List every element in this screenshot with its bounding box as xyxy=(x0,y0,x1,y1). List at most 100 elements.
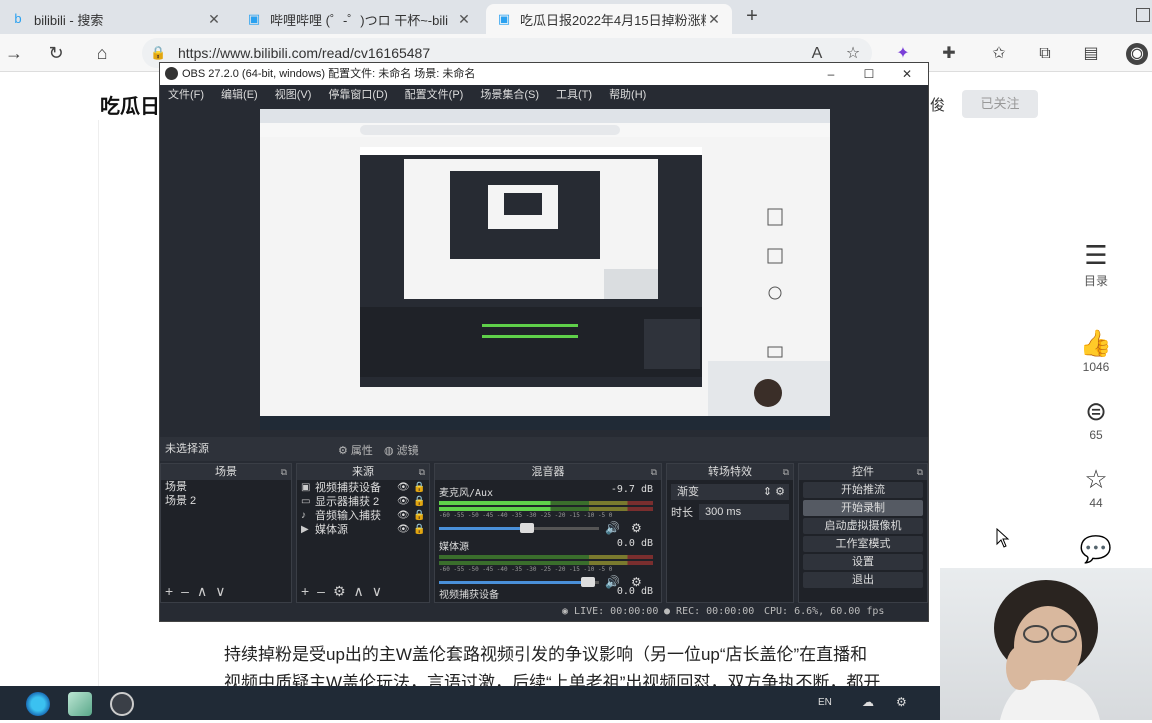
lock-icon[interactable]: 🔒 xyxy=(413,496,429,507)
cpu-status: CPU: 6.6%, 60.00 fps xyxy=(764,606,885,617)
close-tab-icon[interactable]: ✕ xyxy=(206,11,222,28)
browser-essentials-icon[interactable]: ▤ xyxy=(1080,43,1102,65)
profile-avatar[interactable]: ◉ xyxy=(1126,43,1148,65)
cloud-icon[interactable]: ☁ xyxy=(862,695,874,709)
coin-button[interactable]: ⊜ 65 xyxy=(1072,396,1120,442)
visibility-eye-icon[interactable]: 👁 xyxy=(397,524,413,535)
studio-mode-button[interactable]: 工作室模式 xyxy=(803,536,923,552)
scenes-dock: 场景 ⧉ 场景 场景 2 +–∧∨ xyxy=(160,463,292,603)
source-item[interactable]: ▭ 显示器捕获 2 👁 🔒 xyxy=(297,494,429,509)
tab-article[interactable]: ▣ 吃瓜日报2022年4月15日掉粉涨粉 ✕ xyxy=(486,4,732,34)
lock-icon[interactable]: 🔒 xyxy=(150,45,166,61)
start-streaming-button[interactable]: 开始推流 xyxy=(803,482,923,498)
menu-tools[interactable]: 工具(T) xyxy=(556,85,592,105)
tab-bilibili-home[interactable]: ▣ 哔哩哔哩 (゜-゜)つロ 干杯~-bili ✕ xyxy=(236,4,482,34)
obs-menubar: 文件(F) 编辑(E) 视图(V) 停靠窗口(D) 配置文件(P) 场景集合(S… xyxy=(160,85,928,105)
system-tray-icon[interactable]: ⚙ xyxy=(896,695,907,709)
scene-controls[interactable]: +–∧∨ xyxy=(165,583,233,600)
new-tab-button[interactable]: + xyxy=(742,6,762,26)
menu-profile[interactable]: 配置文件(P) xyxy=(405,85,464,105)
exit-button[interactable]: 退出 xyxy=(803,572,923,588)
refresh-icon[interactable]: ↻ xyxy=(46,43,66,63)
settings-button[interactable]: 设置 xyxy=(803,554,923,570)
gear-icon[interactable]: ⚙ xyxy=(631,521,642,535)
volume-slider[interactable]: 🔊 ⚙ xyxy=(439,521,653,535)
author-name[interactable]: 俊 xyxy=(930,94,945,115)
audio-meter xyxy=(439,501,653,505)
home-icon[interactable]: ⌂ xyxy=(92,43,112,63)
undock-icon[interactable]: ⧉ xyxy=(651,464,657,480)
like-button[interactable]: 👍 1046 xyxy=(1072,328,1120,374)
obs-preview-canvas[interactable] xyxy=(260,109,830,430)
audio-mixer-dock: 混音器 ⧉ 麦克风/Aux -9.7 dB -60 -55 -50 -45 -40 … xyxy=(434,463,662,603)
restore-window-button[interactable] xyxy=(1136,8,1150,22)
live-status: ◉ LIVE: 00:00:00 xyxy=(562,606,659,617)
favorite-button[interactable]: ☆ 44 xyxy=(1072,464,1120,510)
microphone-icon: ♪ xyxy=(301,509,306,521)
browser-tab-bar: b bilibili - 搜索 ✕ ▣ 哔哩哔哩 (゜-゜)つロ 干杯~-bil… xyxy=(0,0,1152,34)
language-indicator[interactable]: EN xyxy=(818,697,832,708)
rec-status: ● REC: 00:00:00 xyxy=(664,606,755,617)
lock-icon[interactable]: 🔒 xyxy=(413,482,429,493)
extensions-puzzle-icon[interactable]: ✚ xyxy=(938,43,960,65)
person-image xyxy=(994,580,1100,720)
volume-knob[interactable] xyxy=(520,523,534,533)
minimize-button[interactable]: – xyxy=(812,63,850,85)
obs-logo-icon xyxy=(165,67,178,80)
obs-titlebar[interactable]: OBS 27.2.0 (64-bit, windows) 配置文件: 未命名 场… xyxy=(160,63,928,85)
start-virtual-camera-button[interactable]: 启动虚拟摄像机 xyxy=(803,518,923,534)
lock-icon[interactable]: 🔒 xyxy=(413,510,429,521)
comment-icon: 💬 xyxy=(1079,534,1113,564)
favorites-icon[interactable]: ✩ xyxy=(988,43,1010,65)
duration-input[interactable]: 300 ms xyxy=(699,504,789,520)
source-item[interactable]: ▶ 媒体源 👁 🔒 xyxy=(297,522,429,537)
edge-browser-icon[interactable] xyxy=(26,692,50,716)
transitions-dock: 转场特效 ⧉ 渐变 ⇕ ⚙ 时长 300 ms xyxy=(666,463,794,603)
source-toolbar: 未选择源 xyxy=(160,437,928,461)
collections-icon[interactable]: ⧉ xyxy=(1034,43,1056,65)
menu-file[interactable]: 文件(F) xyxy=(168,85,204,105)
maximize-button[interactable]: ☐ xyxy=(850,63,888,85)
scene-item[interactable]: 场景 xyxy=(161,480,291,494)
menu-scene-collection[interactable]: 场景集合(S) xyxy=(480,85,539,105)
back-icon[interactable]: → xyxy=(4,43,24,63)
obs-status-bar: ◉ LIVE: 00:00:00 ● REC: 00:00:00 CPU: 6.… xyxy=(160,603,928,621)
close-tab-icon[interactable]: ✕ xyxy=(456,11,472,28)
obs-window[interactable]: OBS 27.2.0 (64-bit, windows) 配置文件: 未命名 场… xyxy=(159,62,929,622)
menu-edit[interactable]: 编辑(E) xyxy=(221,85,258,105)
scene-item[interactable]: 场景 2 xyxy=(161,494,291,508)
source-item[interactable]: ♪ 音频输入捕获 👁 🔒 xyxy=(297,508,429,523)
undock-icon[interactable]: ⧉ xyxy=(783,464,789,480)
close-button[interactable]: ✕ xyxy=(888,63,926,85)
speaker-icon[interactable]: 🔊 xyxy=(605,521,620,535)
menu-view[interactable]: 视图(V) xyxy=(275,85,312,105)
obs-app-icon[interactable] xyxy=(110,692,134,716)
mixer-channel: 麦克风/Aux -9.7 dB -60 -55 -50 -45 -40 -35 -… xyxy=(439,484,653,535)
undock-icon[interactable]: ⧉ xyxy=(281,464,287,480)
start-recording-button[interactable]: 开始录制 xyxy=(803,500,923,516)
source-controls[interactable]: +–⚙∧∨ xyxy=(301,583,390,600)
filters-button[interactable]: ◍ 滤镜 xyxy=(384,442,419,458)
star-icon: ☆ xyxy=(1084,464,1108,494)
notepad-app-icon[interactable] xyxy=(68,692,92,716)
toc-button[interactable]: ☰ 目录 xyxy=(1072,240,1120,289)
undock-icon[interactable]: ⧉ xyxy=(419,464,425,480)
transition-select[interactable]: 渐变 ⇕ ⚙ xyxy=(671,484,789,500)
tab-bilibili-search[interactable]: b bilibili - 搜索 ✕ xyxy=(0,4,232,34)
comment-button[interactable]: 💬 xyxy=(1072,534,1120,564)
visibility-eye-icon[interactable]: 👁 xyxy=(397,510,413,521)
menu-docks[interactable]: 停靠窗口(D) xyxy=(328,85,387,105)
bilibili-tv-icon: ▣ xyxy=(247,11,261,26)
controls-dock: 控件 ⧉ 开始推流 开始录制 启动虚拟摄像机 工作室模式 设置 退出 xyxy=(798,463,928,603)
properties-button[interactable]: ⚙ 属性 xyxy=(338,442,373,458)
source-item[interactable]: ▣ 视频捕获设备 👁 🔒 xyxy=(297,480,429,495)
audio-meter xyxy=(439,561,653,565)
undock-icon[interactable]: ⧉ xyxy=(917,464,923,480)
follow-button[interactable]: 已关注 xyxy=(962,90,1038,118)
visibility-eye-icon[interactable]: 👁 xyxy=(397,496,413,507)
menu-help[interactable]: 帮助(H) xyxy=(609,85,646,105)
lock-icon[interactable]: 🔒 xyxy=(413,524,429,535)
close-tab-icon[interactable]: ✕ xyxy=(706,11,722,28)
visibility-eye-icon[interactable]: 👁 xyxy=(397,482,413,493)
article-title: 吃瓜日 xyxy=(100,96,160,118)
